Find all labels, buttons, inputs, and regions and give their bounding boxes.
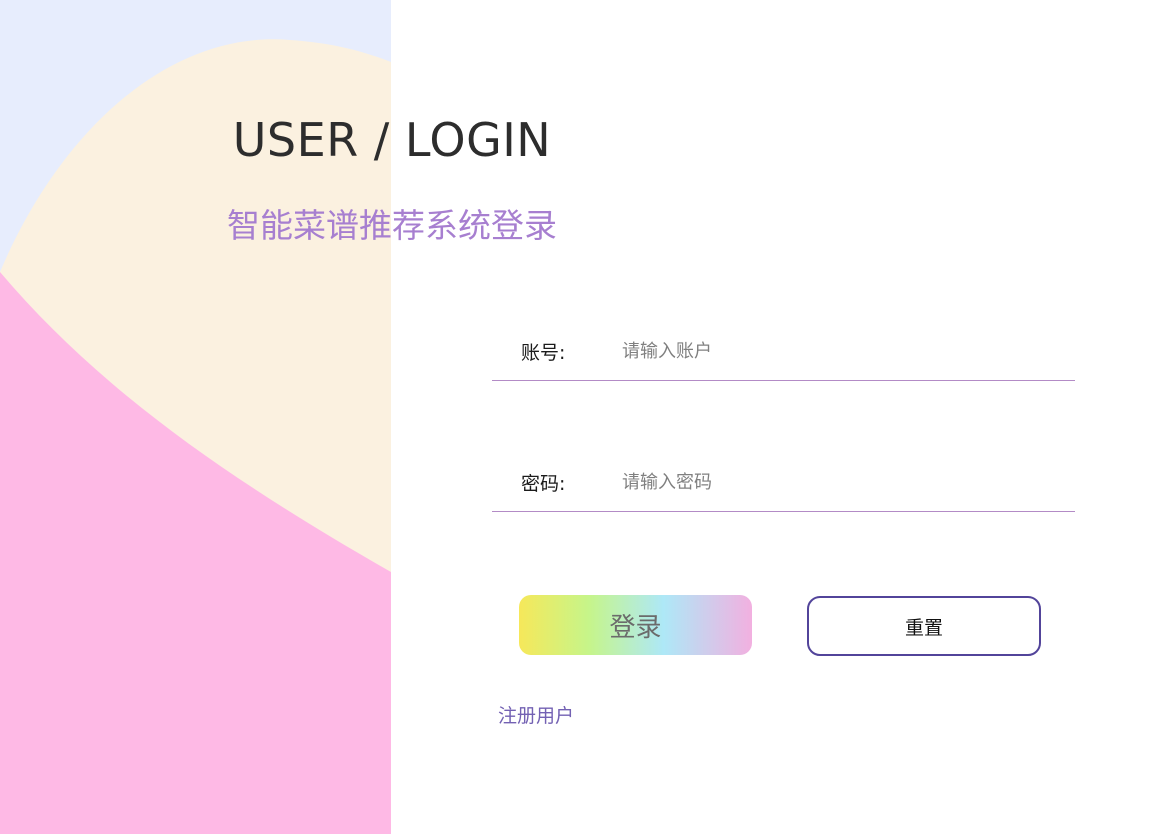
password-input[interactable] [622,467,1062,497]
register-user-link[interactable]: 注册用户 [498,701,574,728]
account-input[interactable] [622,336,1062,366]
password-field: 密码: [492,463,1075,512]
account-label: 账号: [521,342,566,364]
system-subtitle: 智能菜谱推荐系统登录 [227,206,557,245]
login-form-panel: USER / LOGIN 智能菜谱推荐系统登录 账号: 密码: 登录 重置 注册… [227,0,1164,834]
reset-button[interactable]: 重置 [807,596,1041,656]
page-title: USER / LOGIN [232,113,552,167]
account-field: 账号: [492,332,1075,381]
password-label: 密码: [521,473,566,495]
login-button[interactable]: 登录 [519,595,752,655]
login-page: USER / LOGIN 智能菜谱推荐系统登录 账号: 密码: 登录 重置 注册… [0,0,1164,834]
